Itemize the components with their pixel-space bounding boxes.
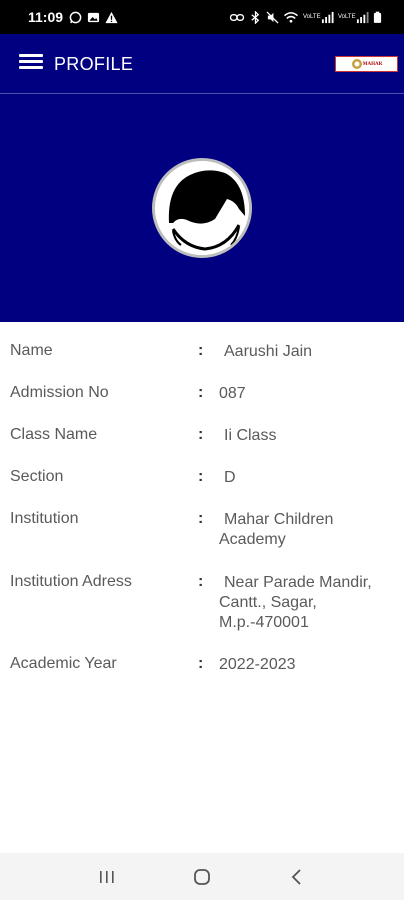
user-avatar-icon [155, 161, 249, 255]
image-icon [87, 12, 100, 22]
row-value: D [224, 469, 236, 486]
row-value: Aarushi Jain [224, 343, 313, 360]
app-bar: PROFILE MAHAR [0, 34, 404, 94]
row-separator: : [198, 655, 204, 672]
row-value: 087 [219, 385, 246, 402]
menu-icon[interactable] [19, 54, 43, 72]
logo-text: MAHAR [362, 61, 383, 67]
page-title: PROFILE [54, 54, 134, 74]
network-label-2: VoLTE [338, 14, 356, 20]
row-value: Near Parade Mandir, Cantt., Sagar, M.p.-… [219, 574, 372, 631]
mute-icon [266, 10, 279, 24]
status-bar: 11:09 VoLTE VoLTE [0, 0, 404, 34]
school-logo: MAHAR [335, 56, 398, 72]
back-icon [291, 868, 301, 885]
home-button[interactable] [182, 862, 222, 892]
status-right: VoLTE VoLTE [229, 10, 382, 24]
warning-icon [105, 11, 118, 23]
recent-apps-icon [100, 870, 114, 883]
signal-icon-2 [356, 11, 369, 23]
row-separator: : [198, 384, 204, 401]
row-label: Academic Year [10, 655, 117, 672]
avatar [152, 158, 252, 258]
row-separator: : [198, 573, 204, 590]
row-label: Institution Adress [10, 573, 132, 590]
row-separator: : [198, 468, 204, 485]
logo-emblem-icon [351, 59, 362, 69]
network-label-1: VoLTE [303, 14, 321, 20]
row-label: Admission No [10, 384, 109, 401]
whatsapp-icon [69, 11, 82, 23]
status-left: 11:09 [28, 9, 118, 25]
row-label: Class Name [10, 426, 98, 443]
wifi-icon [284, 11, 298, 23]
battery-icon [373, 11, 382, 23]
row-separator: : [198, 426, 204, 443]
row-separator: : [198, 342, 204, 359]
row-label: Name [10, 342, 53, 359]
row-value: Ii Class [224, 427, 277, 444]
row-value: Mahar Children Academy [219, 511, 334, 548]
bluetooth-icon [251, 10, 260, 24]
link-icon [229, 13, 245, 21]
notification-icons [69, 11, 118, 24]
home-icon [194, 868, 210, 885]
back-button[interactable] [277, 862, 317, 892]
row-label: Section [10, 468, 64, 485]
row-label: Institution [10, 510, 79, 527]
recent-apps-button[interactable] [87, 862, 127, 892]
status-time: 11:09 [28, 9, 64, 25]
signal-icon [321, 11, 334, 23]
profile-banner [0, 94, 404, 322]
system-nav-bar [0, 853, 404, 900]
row-value: 2022-2023 [219, 656, 296, 673]
row-separator: : [198, 510, 204, 527]
